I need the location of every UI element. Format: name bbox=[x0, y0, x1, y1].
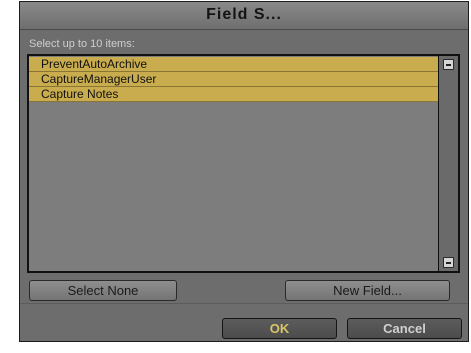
field-select-dialog: Field S... Select up to 10 items: Preven… bbox=[19, 1, 469, 342]
dialog-titlebar[interactable]: Field S... bbox=[20, 2, 468, 30]
select-none-button[interactable]: Select None bbox=[29, 280, 177, 301]
list-item[interactable]: CaptureManagerUser bbox=[29, 72, 438, 87]
new-field-button[interactable]: New Field... bbox=[285, 280, 450, 301]
divider bbox=[20, 303, 468, 304]
list-item[interactable]: PreventAutoArchive bbox=[29, 57, 438, 72]
scroll-down-icon[interactable] bbox=[443, 257, 454, 268]
cancel-button[interactable]: Cancel bbox=[347, 318, 462, 339]
dialog-title: Field S... bbox=[206, 6, 282, 23]
instruction-label: Select up to 10 items: bbox=[29, 38, 135, 50]
scroll-up-icon[interactable] bbox=[443, 59, 454, 70]
ok-button[interactable]: OK bbox=[222, 318, 337, 339]
field-listbox[interactable]: PreventAutoArchive CaptureManagerUser Ca… bbox=[27, 54, 460, 273]
list-item[interactable]: Capture Notes bbox=[29, 87, 438, 102]
vertical-scrollbar[interactable] bbox=[438, 56, 458, 271]
